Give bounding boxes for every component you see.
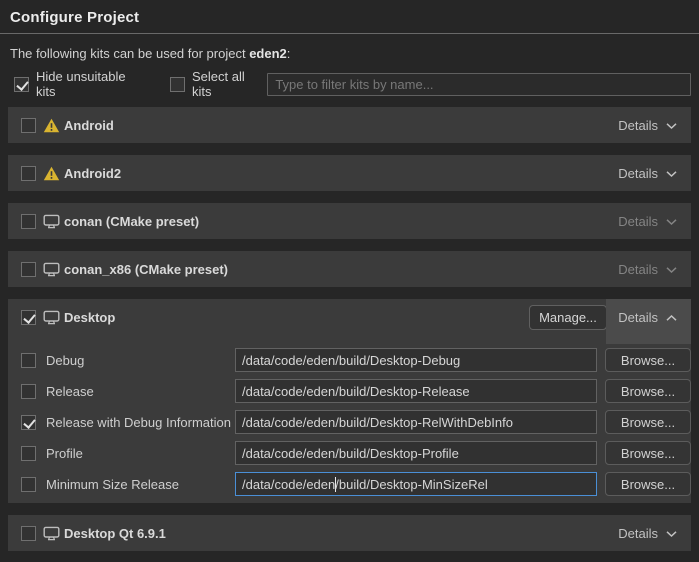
- build-config-row: Release with Debug Information /data/cod…: [8, 410, 691, 434]
- build-config-checkbox[interactable]: [21, 415, 36, 430]
- build-config-checkbox[interactable]: [21, 477, 36, 492]
- kit-row: Desktop Qt 6.9.1 Details: [8, 515, 691, 551]
- build-config-row: Profile /data/code/eden/build/Desktop-Pr…: [8, 441, 691, 465]
- kit-list: Android Details Android2 Details: [8, 107, 691, 551]
- warning-icon: [43, 166, 60, 181]
- intro-text: The following kits can be used for proje…: [10, 46, 699, 61]
- browse-button[interactable]: Browse...: [605, 410, 691, 434]
- build-config-label: Minimum Size Release: [40, 477, 235, 492]
- desktop-icon: [43, 526, 60, 541]
- kit-name: conan_x86 (CMake preset): [64, 262, 228, 277]
- details-label: Details: [618, 214, 658, 229]
- chevron-down-icon: [665, 262, 678, 277]
- details-button[interactable]: Details: [606, 251, 691, 287]
- kit-row: Android2 Details: [8, 155, 691, 191]
- select-all-kits-option: Select all kits: [170, 69, 267, 99]
- build-dir-input[interactable]: /data/code/eden/build/Desktop-Profile: [235, 441, 597, 465]
- kit-name: Android2: [64, 166, 121, 181]
- details-label: Details: [618, 166, 658, 181]
- kit-row: conan_x86 (CMake preset) Details: [8, 251, 691, 287]
- build-dir-input[interactable]: /data/code/eden/build/Desktop-Release: [235, 379, 597, 403]
- build-config-list: Debug /data/code/eden/build/Desktop-Debu…: [8, 335, 691, 503]
- chevron-down-icon: [665, 526, 678, 541]
- details-button[interactable]: Details: [606, 107, 691, 143]
- browse-button[interactable]: Browse...: [605, 472, 691, 496]
- kit-checkbox[interactable]: [21, 262, 36, 277]
- build-dir-input[interactable]: /data/code/eden/build/Desktop-Debug: [235, 348, 597, 372]
- select-all-kits-checkbox[interactable]: [170, 77, 185, 92]
- chevron-down-icon: [665, 214, 678, 229]
- chevron-down-icon: [665, 166, 678, 181]
- build-config-label: Release: [40, 384, 235, 399]
- build-config-row: Minimum Size Release /data/code/eden/bui…: [8, 472, 691, 496]
- kit-row: Desktop Manage... Details Debug /data/co…: [8, 299, 691, 503]
- details-label: Details: [618, 118, 658, 133]
- details-button[interactable]: Details: [606, 203, 691, 239]
- warning-icon: [43, 118, 60, 133]
- build-config-label: Release with Debug Information: [40, 415, 235, 430]
- manage-kits-button[interactable]: Manage...: [529, 305, 607, 330]
- kit-header: conan (CMake preset) Details: [8, 203, 691, 239]
- desktop-icon: [43, 214, 60, 229]
- hide-unsuitable-kits-label: Hide unsuitable kits: [36, 69, 148, 99]
- build-config-row: Debug /data/code/eden/build/Desktop-Debu…: [8, 348, 691, 372]
- kit-header: Desktop Qt 6.9.1 Details: [8, 515, 691, 551]
- kit-name: Desktop: [64, 310, 115, 325]
- hide-unsuitable-kits-checkbox[interactable]: [14, 77, 29, 92]
- desktop-icon: [43, 310, 60, 325]
- kit-filter-input[interactable]: [267, 73, 691, 96]
- build-config-row: Release /data/code/eden/build/Desktop-Re…: [8, 379, 691, 403]
- desktop-icon: [43, 262, 60, 277]
- kit-header: conan_x86 (CMake preset) Details: [8, 251, 691, 287]
- kit-checkbox[interactable]: [21, 118, 36, 133]
- kit-name: Desktop Qt 6.9.1: [64, 526, 166, 541]
- build-config-label: Debug: [40, 353, 235, 368]
- build-dir-input[interactable]: /data/code/eden/build/Desktop-RelWithDeb…: [235, 410, 597, 434]
- kit-header: Android2 Details: [8, 155, 691, 191]
- hide-unsuitable-kits-option: Hide unsuitable kits: [14, 69, 148, 99]
- kit-header: Desktop Manage... Details: [8, 299, 691, 335]
- page-title: Configure Project: [0, 0, 699, 26]
- browse-button[interactable]: Browse...: [605, 379, 691, 403]
- build-dir-input[interactable]: /data/code/eden/build/Desktop-MinSizeRel: [235, 472, 597, 496]
- select-all-kits-label: Select all kits: [192, 69, 267, 99]
- kit-checkbox[interactable]: [21, 166, 36, 181]
- build-config-checkbox[interactable]: [21, 446, 36, 461]
- browse-button[interactable]: Browse...: [605, 348, 691, 372]
- build-config-checkbox[interactable]: [21, 384, 36, 399]
- kit-row: conan (CMake preset) Details: [8, 203, 691, 239]
- build-config-checkbox[interactable]: [21, 353, 36, 368]
- chevron-up-icon: [665, 310, 678, 325]
- configure-project-page: Configure Project The following kits can…: [0, 0, 699, 562]
- details-label: Details: [618, 310, 658, 325]
- project-name: eden2: [249, 46, 287, 61]
- details-label: Details: [618, 526, 658, 541]
- details-button[interactable]: Details: [606, 515, 691, 551]
- kit-name: Android: [64, 118, 114, 133]
- build-config-label: Profile: [40, 446, 235, 461]
- kit-controls: Hide unsuitable kits Select all kits: [14, 72, 691, 96]
- title-separator: [0, 33, 699, 34]
- details-button[interactable]: Details: [606, 155, 691, 191]
- kit-name: conan (CMake preset): [64, 214, 199, 229]
- kit-checkbox[interactable]: [21, 310, 36, 325]
- details-button[interactable]: Details: [606, 299, 691, 344]
- details-label: Details: [618, 262, 658, 277]
- kit-checkbox[interactable]: [21, 214, 36, 229]
- chevron-down-icon: [665, 118, 678, 133]
- kit-header: Android Details: [8, 107, 691, 143]
- browse-button[interactable]: Browse...: [605, 441, 691, 465]
- kit-checkbox[interactable]: [21, 526, 36, 541]
- kit-row: Android Details: [8, 107, 691, 143]
